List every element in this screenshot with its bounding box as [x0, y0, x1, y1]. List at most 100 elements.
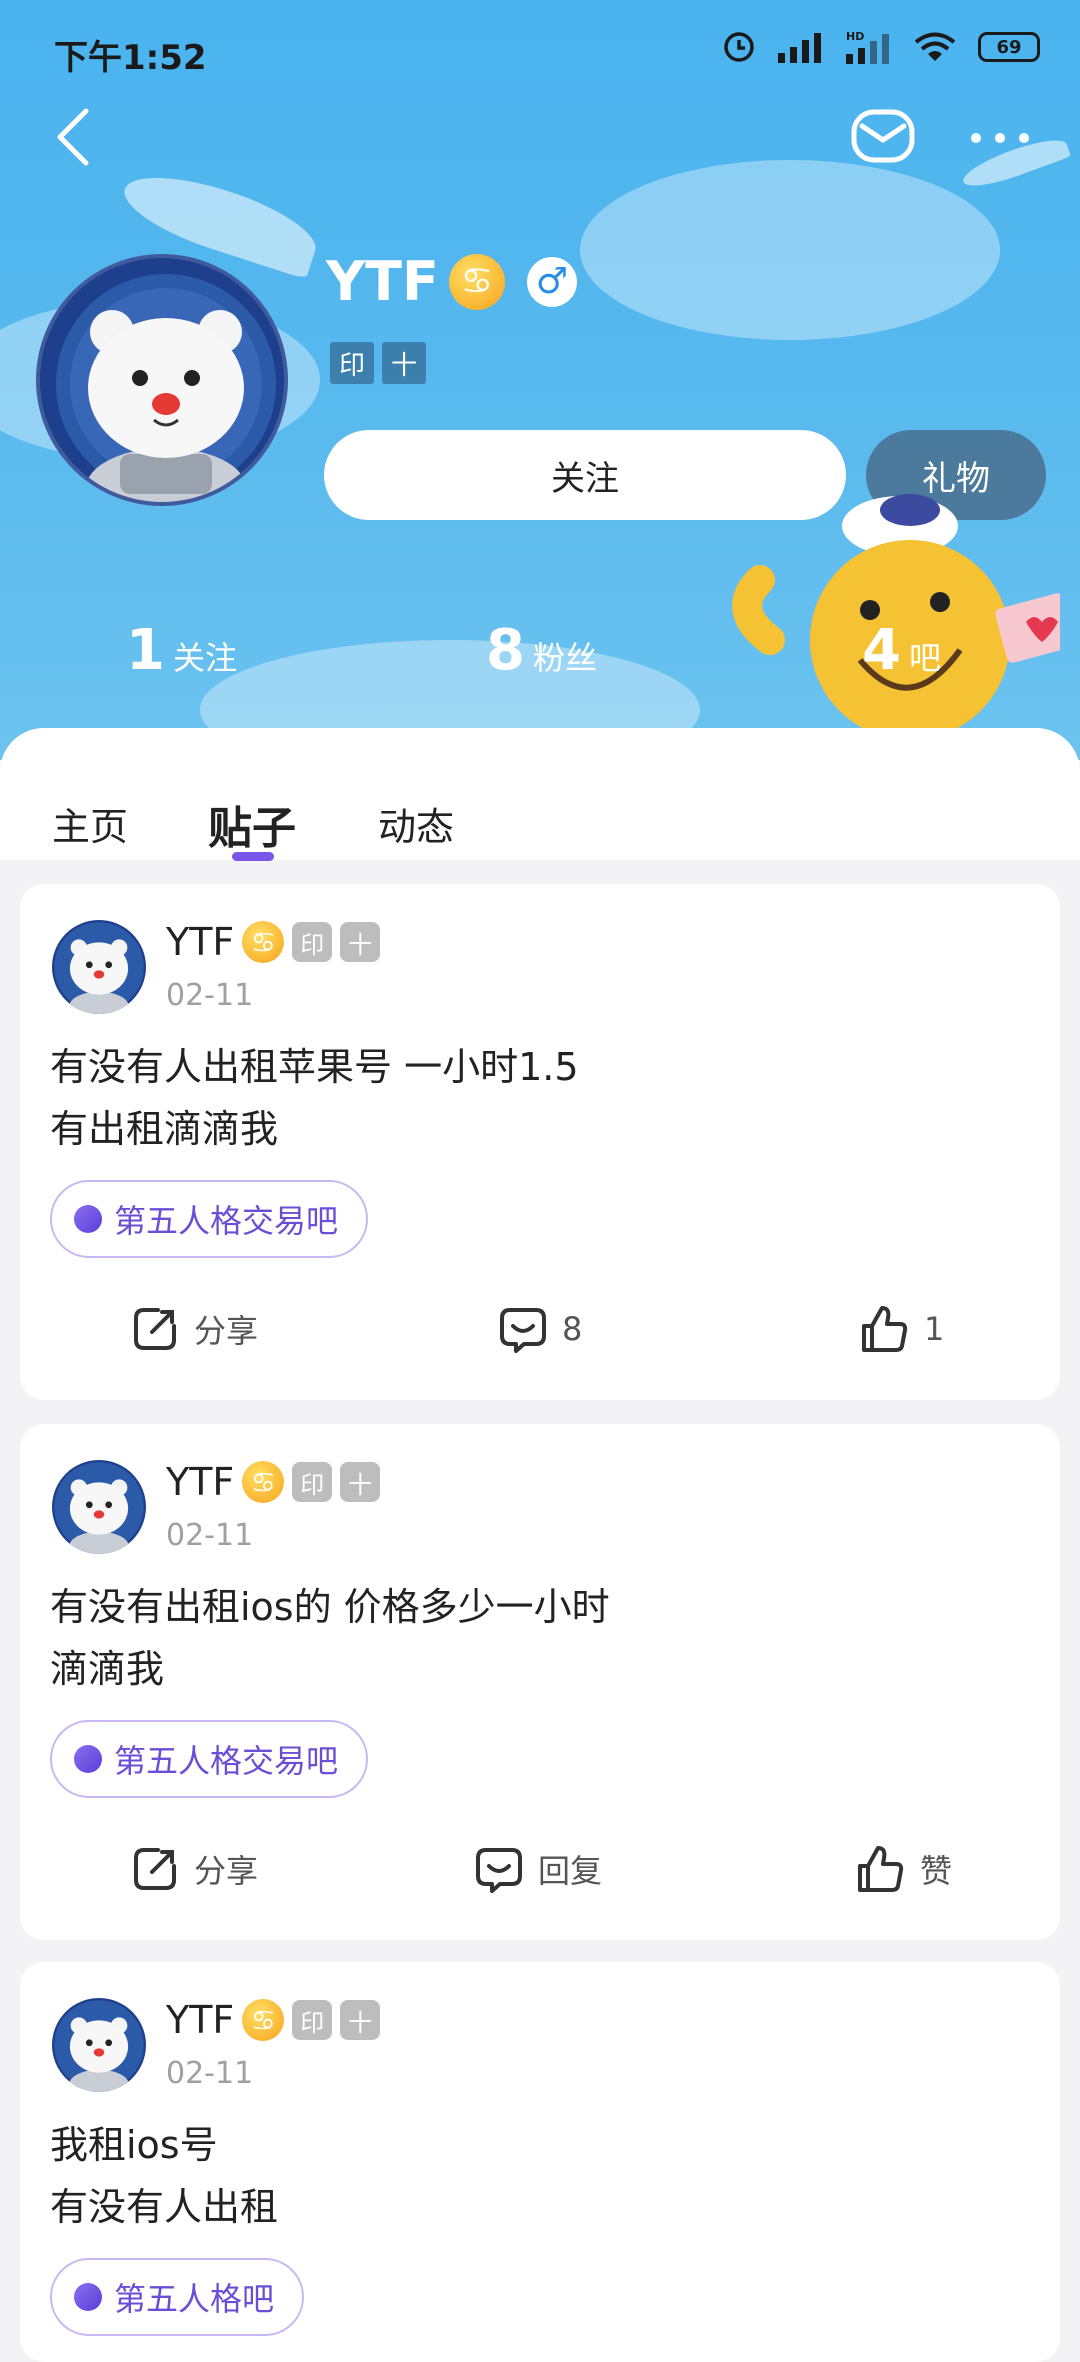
profile-tag: 印 [330, 342, 374, 384]
share-icon [134, 1308, 176, 1350]
more-icon[interactable] [968, 118, 1032, 158]
planet-icon [74, 2283, 102, 2311]
cloud-decoration [580, 160, 1000, 340]
polar-bear-astronaut-image [56, 274, 276, 502]
thumbs-up-icon [858, 1846, 904, 1892]
wifi-icon [914, 32, 956, 61]
post-line: 有出租滴滴我 [50, 1107, 279, 1151]
mail-icon[interactable] [850, 108, 916, 164]
post-date: 02-11 [166, 1518, 254, 1553]
post-author-row: YTF ♋ 印 十 [166, 1998, 381, 2042]
alarm-icon [724, 32, 754, 62]
svg-text:HD: HD [846, 30, 864, 43]
planet-icon [74, 1745, 102, 1773]
forum-tag[interactable]: 第五人格交易吧 [50, 1180, 369, 1258]
forum-tag[interactable]: 第五人格交易吧 [50, 1720, 369, 1798]
stat-number: 4 [862, 618, 901, 683]
signal-hd-icon: HD [846, 30, 889, 64]
zodiac-cancer-icon: ♋ [448, 253, 505, 310]
forum-name: 第五人格交易吧 [114, 1742, 339, 1780]
post-card[interactable]: YTF ♋ 印 十 02-11 我租ios号 有没有人出租 第五人格吧 [20, 1962, 1060, 2362]
post-content[interactable]: 我租ios号 有没有人出租 [50, 2114, 278, 2238]
forum-tag[interactable]: 第五人格吧 [50, 2258, 305, 2336]
post-date: 02-11 [166, 2056, 254, 2091]
share-label: 分享 [194, 1312, 259, 1350]
post-author-name[interactable]: YTF [166, 1460, 234, 1504]
stat-fans[interactable]: 8 粉丝 [486, 618, 597, 683]
tab-home[interactable]: 主页 [52, 796, 128, 851]
comment-icon [476, 1848, 522, 1893]
profile-header: 下午1:52 HD 69 YTF ♋ ♂ 印 十 关注 礼物 1 关注 8 粉丝… [0, 0, 1080, 760]
author-tag: 十 [340, 1462, 381, 1502]
thumbs-up-icon [862, 1306, 908, 1352]
status-bar: 下午1:52 HD 69 [0, 0, 1080, 100]
polar-bear-astronaut-image [54, 1462, 144, 1554]
zodiac-cancer-icon: ♋ [242, 1999, 285, 2041]
tab-bar [0, 728, 1080, 860]
planet-icon [74, 1205, 102, 1233]
share-button[interactable]: 分享 [130, 1844, 258, 1894]
polar-bear-astronaut-image [54, 922, 144, 1014]
tab-activity[interactable]: 动态 [378, 796, 454, 851]
profile-name-row: YTF ♋ ♂ [326, 250, 577, 313]
stat-label: 关注 [172, 639, 237, 677]
stat-label: 吧 [908, 639, 941, 677]
post-card[interactable]: YTF ♋ 印 十 02-11 有没有人出租苹果号 一小时1.5 有出租滴滴我 … [20, 884, 1060, 1400]
post-author-avatar[interactable] [52, 1460, 146, 1554]
back-arrow-icon[interactable] [50, 105, 98, 169]
post-author-avatar[interactable] [52, 1998, 146, 2092]
post-author-row: YTF ♋ 印 十 [166, 920, 381, 964]
status-time: 下午1:52 [54, 38, 207, 78]
post-line: 我租ios号 [50, 2123, 218, 2167]
reply-button[interactable]: 回复 [474, 1844, 602, 1894]
like-button[interactable]: 1 [860, 1304, 944, 1354]
author-tag: 印 [292, 2000, 333, 2040]
post-content[interactable]: 有没有人出租苹果号 一小时1.5 有出租滴滴我 [50, 1036, 579, 1160]
zodiac-cancer-icon: ♋ [242, 921, 285, 963]
post-line: 滴滴我 [50, 1647, 165, 1691]
author-tag: 印 [292, 922, 333, 962]
share-icon [134, 1848, 176, 1890]
stat-number: 8 [486, 618, 525, 683]
post-author-name[interactable]: YTF [166, 1998, 234, 2042]
like-button[interactable]: 赞 [856, 1844, 952, 1894]
like-count: 1 [924, 1310, 945, 1348]
author-tag: 印 [292, 1462, 333, 1502]
battery-indicator: 69 [978, 32, 1040, 62]
male-gender-icon: ♂ [526, 256, 577, 307]
post-date: 02-11 [166, 978, 254, 1013]
post-line: 有没有出租ios的 价格多少一小时 [50, 1585, 610, 1629]
profile-tags: 印 十 [330, 342, 426, 384]
share-label: 分享 [194, 1852, 259, 1890]
comment-button[interactable]: 8 [498, 1304, 582, 1354]
like-label: 赞 [920, 1852, 953, 1890]
post-line: 有没有人出租苹果号 一小时1.5 [50, 1045, 579, 1089]
status-icons: HD 69 [722, 30, 1040, 64]
comment-count: 8 [562, 1310, 583, 1348]
stat-number: 1 [126, 618, 165, 683]
profile-tag: 十 [382, 342, 426, 384]
stat-forums[interactable]: 4 吧 [862, 618, 941, 683]
zodiac-cancer-icon: ♋ [242, 1461, 285, 1503]
profile-username: YTF [326, 250, 439, 313]
post-line: 有没有人出租 [50, 2185, 279, 2229]
reply-label: 回复 [538, 1852, 603, 1890]
post-content[interactable]: 有没有出租ios的 价格多少一小时 滴滴我 [50, 1576, 610, 1700]
author-tag: 十 [340, 922, 381, 962]
signal-icon [778, 33, 821, 63]
stat-following[interactable]: 1 关注 [126, 618, 237, 683]
profile-avatar[interactable] [36, 254, 288, 506]
author-tag: 十 [340, 2000, 381, 2040]
post-author-avatar[interactable] [52, 920, 146, 1014]
post-author-row: YTF ♋ 印 十 [166, 1460, 381, 1504]
post-author-name[interactable]: YTF [166, 920, 234, 964]
share-button[interactable]: 分享 [130, 1304, 258, 1354]
polar-bear-astronaut-image [54, 2000, 144, 2092]
tab-active-indicator [232, 852, 274, 861]
post-card[interactable]: YTF ♋ 印 十 02-11 有没有出租ios的 价格多少一小时 滴滴我 第五… [20, 1424, 1060, 1940]
forum-name: 第五人格交易吧 [114, 1202, 339, 1240]
tab-posts[interactable]: 贴子 [208, 792, 296, 856]
forum-name: 第五人格吧 [114, 2280, 275, 2318]
stat-label: 粉丝 [532, 639, 597, 677]
comment-icon [500, 1308, 546, 1353]
